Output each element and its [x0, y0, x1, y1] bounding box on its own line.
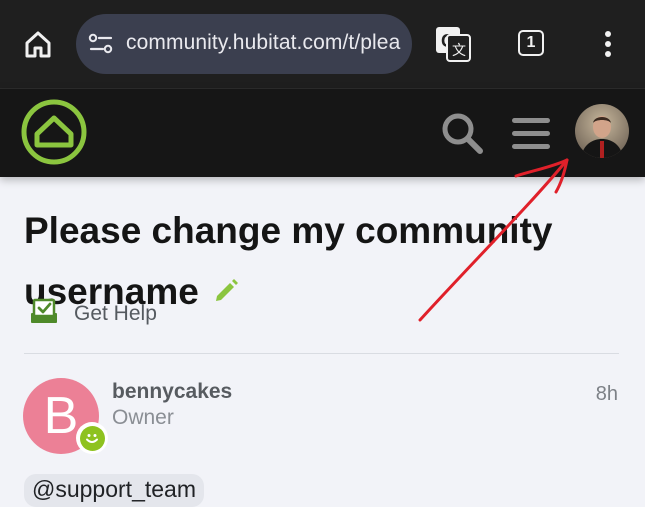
online-status-icon: [76, 422, 108, 454]
user-avatar[interactable]: [575, 104, 629, 158]
site-settings-icon[interactable]: [88, 32, 114, 56]
more-vert-icon[interactable]: [598, 28, 618, 60]
translate-icon[interactable]: G 文: [434, 25, 472, 63]
site-header: [0, 88, 645, 177]
home-icon[interactable]: [20, 26, 56, 62]
post-timestamp[interactable]: 8h: [596, 383, 618, 406]
hubitat-logo[interactable]: [20, 98, 88, 166]
category-label[interactable]: Get Help: [74, 302, 157, 326]
address-bar[interactable]: community.hubitat.com/t/plea: [76, 14, 412, 74]
mention-link[interactable]: @support_team: [24, 474, 204, 507]
category-badge[interactable]: Get Help: [30, 298, 157, 329]
edit-pencil-icon[interactable]: [213, 260, 239, 321]
search-icon[interactable]: [438, 109, 486, 157]
url-text[interactable]: community.hubitat.com/t/plea: [126, 31, 400, 55]
poster-title: Owner: [112, 406, 174, 429]
svg-text:文: 文: [452, 43, 466, 59]
divider: [24, 353, 619, 354]
hamburger-menu-icon[interactable]: [510, 113, 552, 153]
tab-switcher-icon[interactable]: 1: [518, 30, 544, 56]
topic-title-line-1: Please change my community: [24, 210, 553, 251]
poster-username[interactable]: bennycakes: [112, 380, 232, 404]
category-icon: [30, 298, 58, 329]
browser-toolbar: community.hubitat.com/t/plea G 文 1: [0, 0, 645, 88]
